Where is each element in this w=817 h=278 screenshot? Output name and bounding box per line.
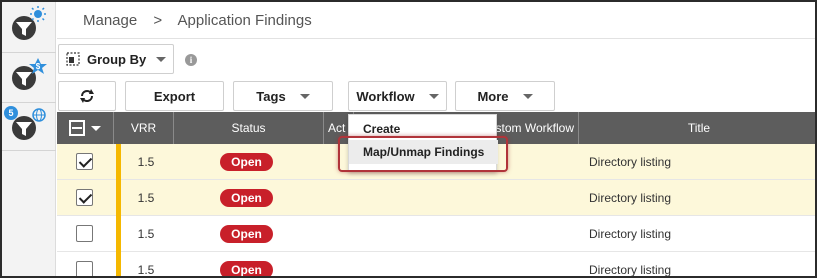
chevron-down-icon: [156, 56, 167, 62]
vrr-value: 1.5: [137, 227, 155, 241]
left-rail: $ 5: [2, 2, 56, 276]
table-row[interactable]: 1.5 Open Directory listing: [57, 216, 815, 252]
select-all-control[interactable]: [57, 112, 114, 144]
tags-label: Tags: [256, 88, 286, 104]
vrr-value: 1.5: [137, 263, 155, 277]
app-window: $ 5 Manage > Application Findings Group …: [0, 0, 817, 278]
tags-button[interactable]: Tags: [233, 81, 333, 111]
chevron-down-icon: [428, 93, 439, 99]
count-badge: 5: [4, 106, 18, 120]
export-button[interactable]: Export: [125, 81, 224, 111]
more-label: More: [477, 88, 509, 104]
export-label: Export: [153, 88, 196, 104]
finding-title[interactable]: Directory listing: [589, 216, 671, 252]
workflow-label: Workflow: [356, 88, 415, 104]
vrr-value: 1.5: [137, 155, 155, 169]
filter-dollar-icon[interactable]: $: [2, 52, 56, 102]
refresh-icon: [80, 89, 94, 103]
filter-sun-icon[interactable]: [2, 2, 56, 52]
finding-title[interactable]: Directory listing: [589, 144, 671, 180]
table-row[interactable]: 1.5 Open Directory listing: [57, 180, 815, 216]
header-divider: [57, 38, 815, 39]
group-by-label: Group By: [87, 51, 147, 67]
row-checkbox[interactable]: [76, 189, 93, 206]
info-icon[interactable]: i: [185, 54, 197, 66]
vrr-value: 1.5: [137, 191, 155, 205]
row-checkbox[interactable]: [76, 153, 93, 170]
rail-divider: [2, 150, 56, 151]
breadcrumb-current: Application Findings: [177, 12, 312, 29]
table-row[interactable]: 1.5 Open Directory listing: [57, 252, 815, 277]
chevron-down-icon: [522, 93, 533, 99]
group-by-icon: [66, 52, 80, 66]
status-badge: Open: [220, 225, 273, 243]
chevron-down-icon: [299, 93, 310, 99]
breadcrumb-separator: >: [153, 12, 163, 29]
refresh-button[interactable]: [58, 81, 116, 111]
column-header-vrr[interactable]: VRR: [114, 112, 174, 144]
more-button[interactable]: More: [455, 81, 555, 111]
column-header-status[interactable]: Status: [174, 112, 324, 144]
chevron-down-icon[interactable]: [91, 125, 101, 131]
status-badge: Open: [220, 153, 273, 171]
svg-text:$: $: [36, 62, 41, 71]
row-checkbox[interactable]: [76, 225, 93, 242]
breadcrumb: Manage > Application Findings: [83, 12, 324, 29]
finding-title[interactable]: Directory listing: [589, 180, 671, 216]
group-by-dropdown[interactable]: Group By: [58, 44, 174, 74]
finding-title[interactable]: Directory listing: [589, 252, 671, 276]
row-checkbox[interactable]: [76, 261, 93, 276]
workflow-button[interactable]: Workflow: [348, 81, 447, 111]
callout-highlight: [338, 136, 508, 172]
status-badge: Open: [220, 189, 273, 207]
status-badge: Open: [220, 261, 273, 276]
column-header-title[interactable]: Title: [579, 112, 815, 144]
breadcrumb-root[interactable]: Manage: [83, 12, 137, 29]
select-all-checkbox[interactable]: [69, 120, 85, 136]
